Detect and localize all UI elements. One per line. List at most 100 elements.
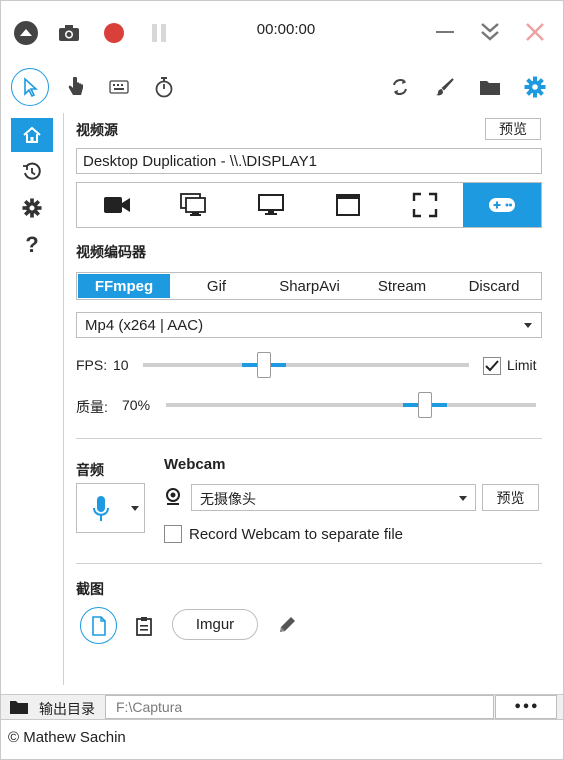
history-icon [23, 162, 41, 180]
chevron-down-icon [459, 496, 467, 501]
record-button[interactable] [99, 18, 129, 48]
save-to-clipboard-button[interactable] [129, 611, 159, 641]
separate-file-checkbox[interactable] [164, 525, 182, 543]
fullscreen-icon [412, 192, 437, 218]
video-camera-icon [103, 197, 130, 213]
collapse-button[interactable] [11, 18, 41, 48]
limit-checkbox[interactable] [483, 357, 501, 375]
folder-icon [480, 81, 500, 95]
fps-label: FPS: [76, 357, 108, 373]
minimize-icon [436, 31, 454, 33]
gear-icon [524, 76, 546, 98]
open-folder-button[interactable] [475, 72, 505, 102]
quality-slider-thumb[interactable] [418, 392, 432, 418]
close-icon [526, 23, 544, 41]
webcam-value: 无摄像头 [200, 492, 256, 508]
video-encoder-title: 视频编码器 [76, 245, 146, 261]
fps-value: 10 [113, 357, 129, 373]
keystrokes-tool-button[interactable] [104, 72, 134, 102]
title-bar: 00:00:00 [1, 1, 563, 63]
tab-sharpavi[interactable]: SharpAvi [263, 274, 356, 298]
monitor-icon [257, 194, 284, 215]
screenshot-button[interactable] [54, 18, 84, 48]
question-icon: ? [25, 232, 39, 257]
clipboard-icon [136, 617, 152, 636]
screenshot-title: 截图 [76, 582, 104, 598]
sidebar-about[interactable]: ? [11, 228, 53, 262]
fps-slider[interactable] [143, 352, 469, 378]
output-path-value: F:\Captura [116, 699, 183, 715]
source-screen-button[interactable] [232, 183, 309, 227]
chevron-down-icon [524, 323, 532, 328]
gamepad-icon [489, 198, 515, 212]
keyboard-icon [109, 80, 129, 94]
settings-button[interactable] [520, 72, 550, 102]
pencil-icon [280, 617, 295, 632]
source-window-button[interactable] [155, 183, 232, 227]
record-icon [104, 23, 124, 43]
webcam-dropdown[interactable]: 无摄像头 [191, 484, 476, 511]
home-icon [23, 126, 41, 143]
audio-title: 音频 [76, 463, 104, 479]
close-button[interactable] [520, 17, 550, 47]
pause-icon [152, 24, 166, 42]
source-desktop-duplication-button[interactable] [463, 183, 541, 227]
minimize-button[interactable] [430, 17, 460, 47]
chevron-down-icon [131, 506, 139, 511]
limit-label: Limit [507, 357, 537, 373]
source-region-button[interactable] [309, 183, 386, 227]
tab-discard[interactable]: Discard [448, 274, 540, 298]
sidebar-divider [63, 113, 64, 685]
webcam-preview-button[interactable]: 预览 [482, 484, 539, 511]
screenshot-editor-button[interactable] [273, 611, 301, 639]
quality-slider[interactable] [166, 392, 536, 418]
file-icon [91, 615, 106, 636]
chevron-double-down-icon [481, 23, 499, 41]
section-divider [76, 438, 542, 439]
output-path-field[interactable]: F:\Captura [105, 695, 494, 719]
tab-stream[interactable]: Stream [356, 274, 448, 298]
checkmark-icon [485, 360, 499, 372]
sidebar-history[interactable] [11, 155, 53, 189]
multi-window-icon [179, 193, 206, 216]
format-dropdown[interactable]: Mp4 (x264 | AAC) [76, 312, 542, 338]
video-source-preview-button[interactable]: 预览 [485, 118, 541, 140]
sidebar-home[interactable] [11, 118, 53, 152]
timer-tool-button[interactable] [149, 72, 179, 102]
quality-slider-track [166, 403, 536, 407]
audio-source-button[interactable] [76, 483, 145, 533]
separate-file-label: Record Webcam to separate file [189, 526, 403, 543]
video-source-selector[interactable]: Desktop Duplication - \\.\DISPLAY1 [76, 148, 542, 174]
microphone-icon [93, 496, 109, 521]
format-value: Mp4 (x264 | AAC) [85, 317, 204, 334]
source-fullscreen-button[interactable] [386, 183, 463, 227]
paintbrush-icon [436, 78, 454, 96]
hand-pointer-icon [68, 76, 83, 95]
save-to-file-button[interactable] [80, 607, 117, 644]
minimize-to-tray-button[interactable] [475, 17, 505, 47]
folder-icon[interactable] [9, 699, 29, 715]
gear-icon [22, 198, 42, 218]
fps-slider-thumb[interactable] [257, 352, 271, 378]
camera-icon [59, 25, 79, 41]
video-source-title: 视频源 [76, 123, 118, 139]
pause-button[interactable] [144, 18, 174, 48]
elapsed-timer: 00:00:00 [256, 21, 316, 38]
quality-label: 质量: [76, 399, 108, 415]
section-divider [76, 563, 542, 564]
cursor-icon [24, 77, 39, 97]
fps-slider-track [143, 363, 469, 367]
source-camera-button[interactable] [78, 183, 155, 227]
annotate-button[interactable] [430, 72, 460, 102]
imgur-button[interactable]: Imgur [172, 609, 258, 640]
sidebar-settings[interactable] [11, 191, 53, 225]
tab-gif[interactable]: Gif [170, 274, 263, 298]
pointer-tool-button[interactable] [11, 68, 49, 106]
browse-output-button[interactable]: ••• [495, 695, 557, 719]
output-folder-label: 输出目录 [39, 702, 95, 718]
refresh-button[interactable] [385, 72, 415, 102]
click-tool-button[interactable] [61, 72, 91, 102]
tab-ffmpeg[interactable]: FFmpeg [78, 274, 170, 298]
app-window-icon [335, 194, 360, 216]
arrow-up-circle-icon [14, 21, 38, 45]
